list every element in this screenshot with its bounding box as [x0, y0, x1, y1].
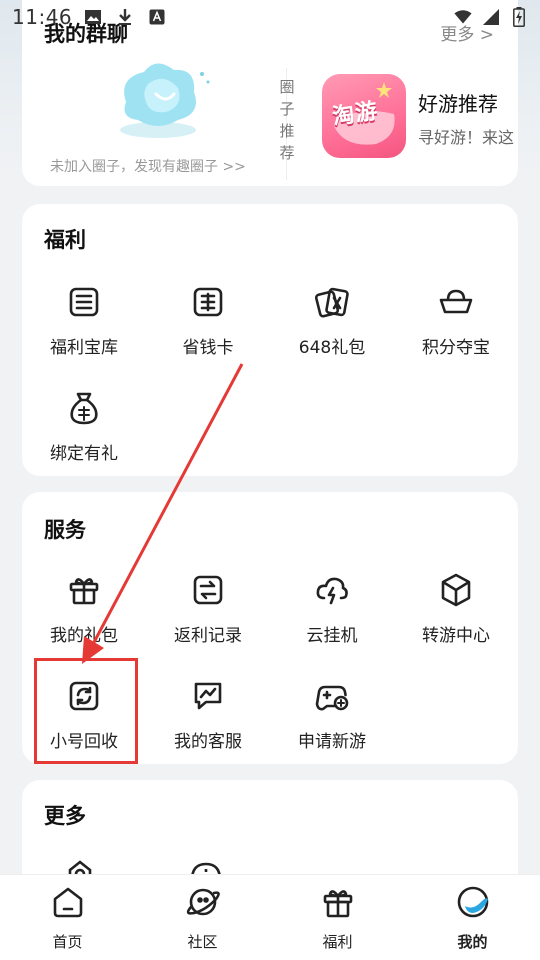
welfare-title: 福利	[44, 228, 86, 252]
highlight-box	[34, 658, 138, 764]
download-notification-icon	[116, 8, 134, 26]
service-item-transfer-center[interactable]: 转游中心	[394, 572, 518, 646]
chat-trend-icon	[190, 678, 226, 714]
welfare-item-648-gift[interactable]: 648礼包	[270, 284, 394, 358]
wifi-icon	[454, 8, 472, 26]
welfare-card: 福利 福利宝库 省钱卡 648礼包 积分夺宝 绑定有礼	[22, 204, 518, 476]
circle-recommend-label: 圈子推荐	[279, 78, 295, 162]
battery-icon	[510, 7, 528, 27]
rebate-record-icon	[190, 572, 226, 608]
welfare-item-savings-card[interactable]: 省钱卡	[146, 284, 270, 358]
welfare-item-treasury[interactable]: 福利宝库	[22, 284, 146, 358]
service-item-rebate-record[interactable]: 返利记录	[146, 572, 270, 646]
game-logo-text: 淘游	[330, 98, 380, 131]
gold-ingot-icon	[438, 284, 474, 320]
signal-icon	[482, 8, 500, 26]
service-item-cloud-hosting[interactable]: 云挂机	[270, 572, 394, 646]
service-item-apply-new-game[interactable]: 申请新游	[270, 678, 394, 752]
cloud-lightning-icon	[314, 572, 350, 608]
gamepad-add-icon	[314, 678, 350, 714]
cube-icon	[438, 572, 474, 608]
welfare-item-binding-gift[interactable]: 绑定有礼	[22, 390, 146, 464]
treasury-icon	[66, 284, 102, 320]
no-group-hint[interactable]: 未加入圈子，发现有趣圈子 >>	[50, 156, 246, 176]
game-desc: 寻好游！来这	[418, 128, 515, 147]
chat-bubble-illustration	[108, 58, 218, 144]
image-notification-icon	[84, 8, 102, 26]
nav-profile[interactable]: 我的	[405, 875, 540, 960]
gift-card-icon	[314, 284, 350, 320]
service-title: 服务	[44, 518, 86, 542]
planet-icon	[186, 885, 220, 919]
nav-home[interactable]: 首页	[0, 875, 135, 960]
savings-card-icon	[190, 284, 226, 320]
status-time: 11:46	[12, 5, 73, 29]
game-name[interactable]: 好游推荐	[418, 88, 498, 117]
more-title: 更多	[44, 804, 86, 828]
welfare-item-points-treasure[interactable]: 积分夺宝	[394, 284, 518, 358]
money-bag-icon	[66, 390, 102, 426]
status-bar: 11:46	[0, 0, 540, 34]
bottom-nav: 首页 社区 福利 我的	[0, 874, 540, 960]
nav-community[interactable]: 社区	[135, 875, 270, 960]
gift-icon	[321, 885, 355, 919]
service-item-customer-service[interactable]: 我的客服	[146, 678, 270, 752]
app-notification-icon	[148, 8, 166, 26]
service-item-my-gifts[interactable]: 我的礼包	[22, 572, 146, 646]
nav-welfare[interactable]: 福利	[270, 875, 405, 960]
profile-icon	[456, 885, 490, 919]
gift-box-icon	[66, 572, 102, 608]
game-logo[interactable]: 淘游	[322, 74, 406, 158]
home-icon	[51, 885, 85, 919]
